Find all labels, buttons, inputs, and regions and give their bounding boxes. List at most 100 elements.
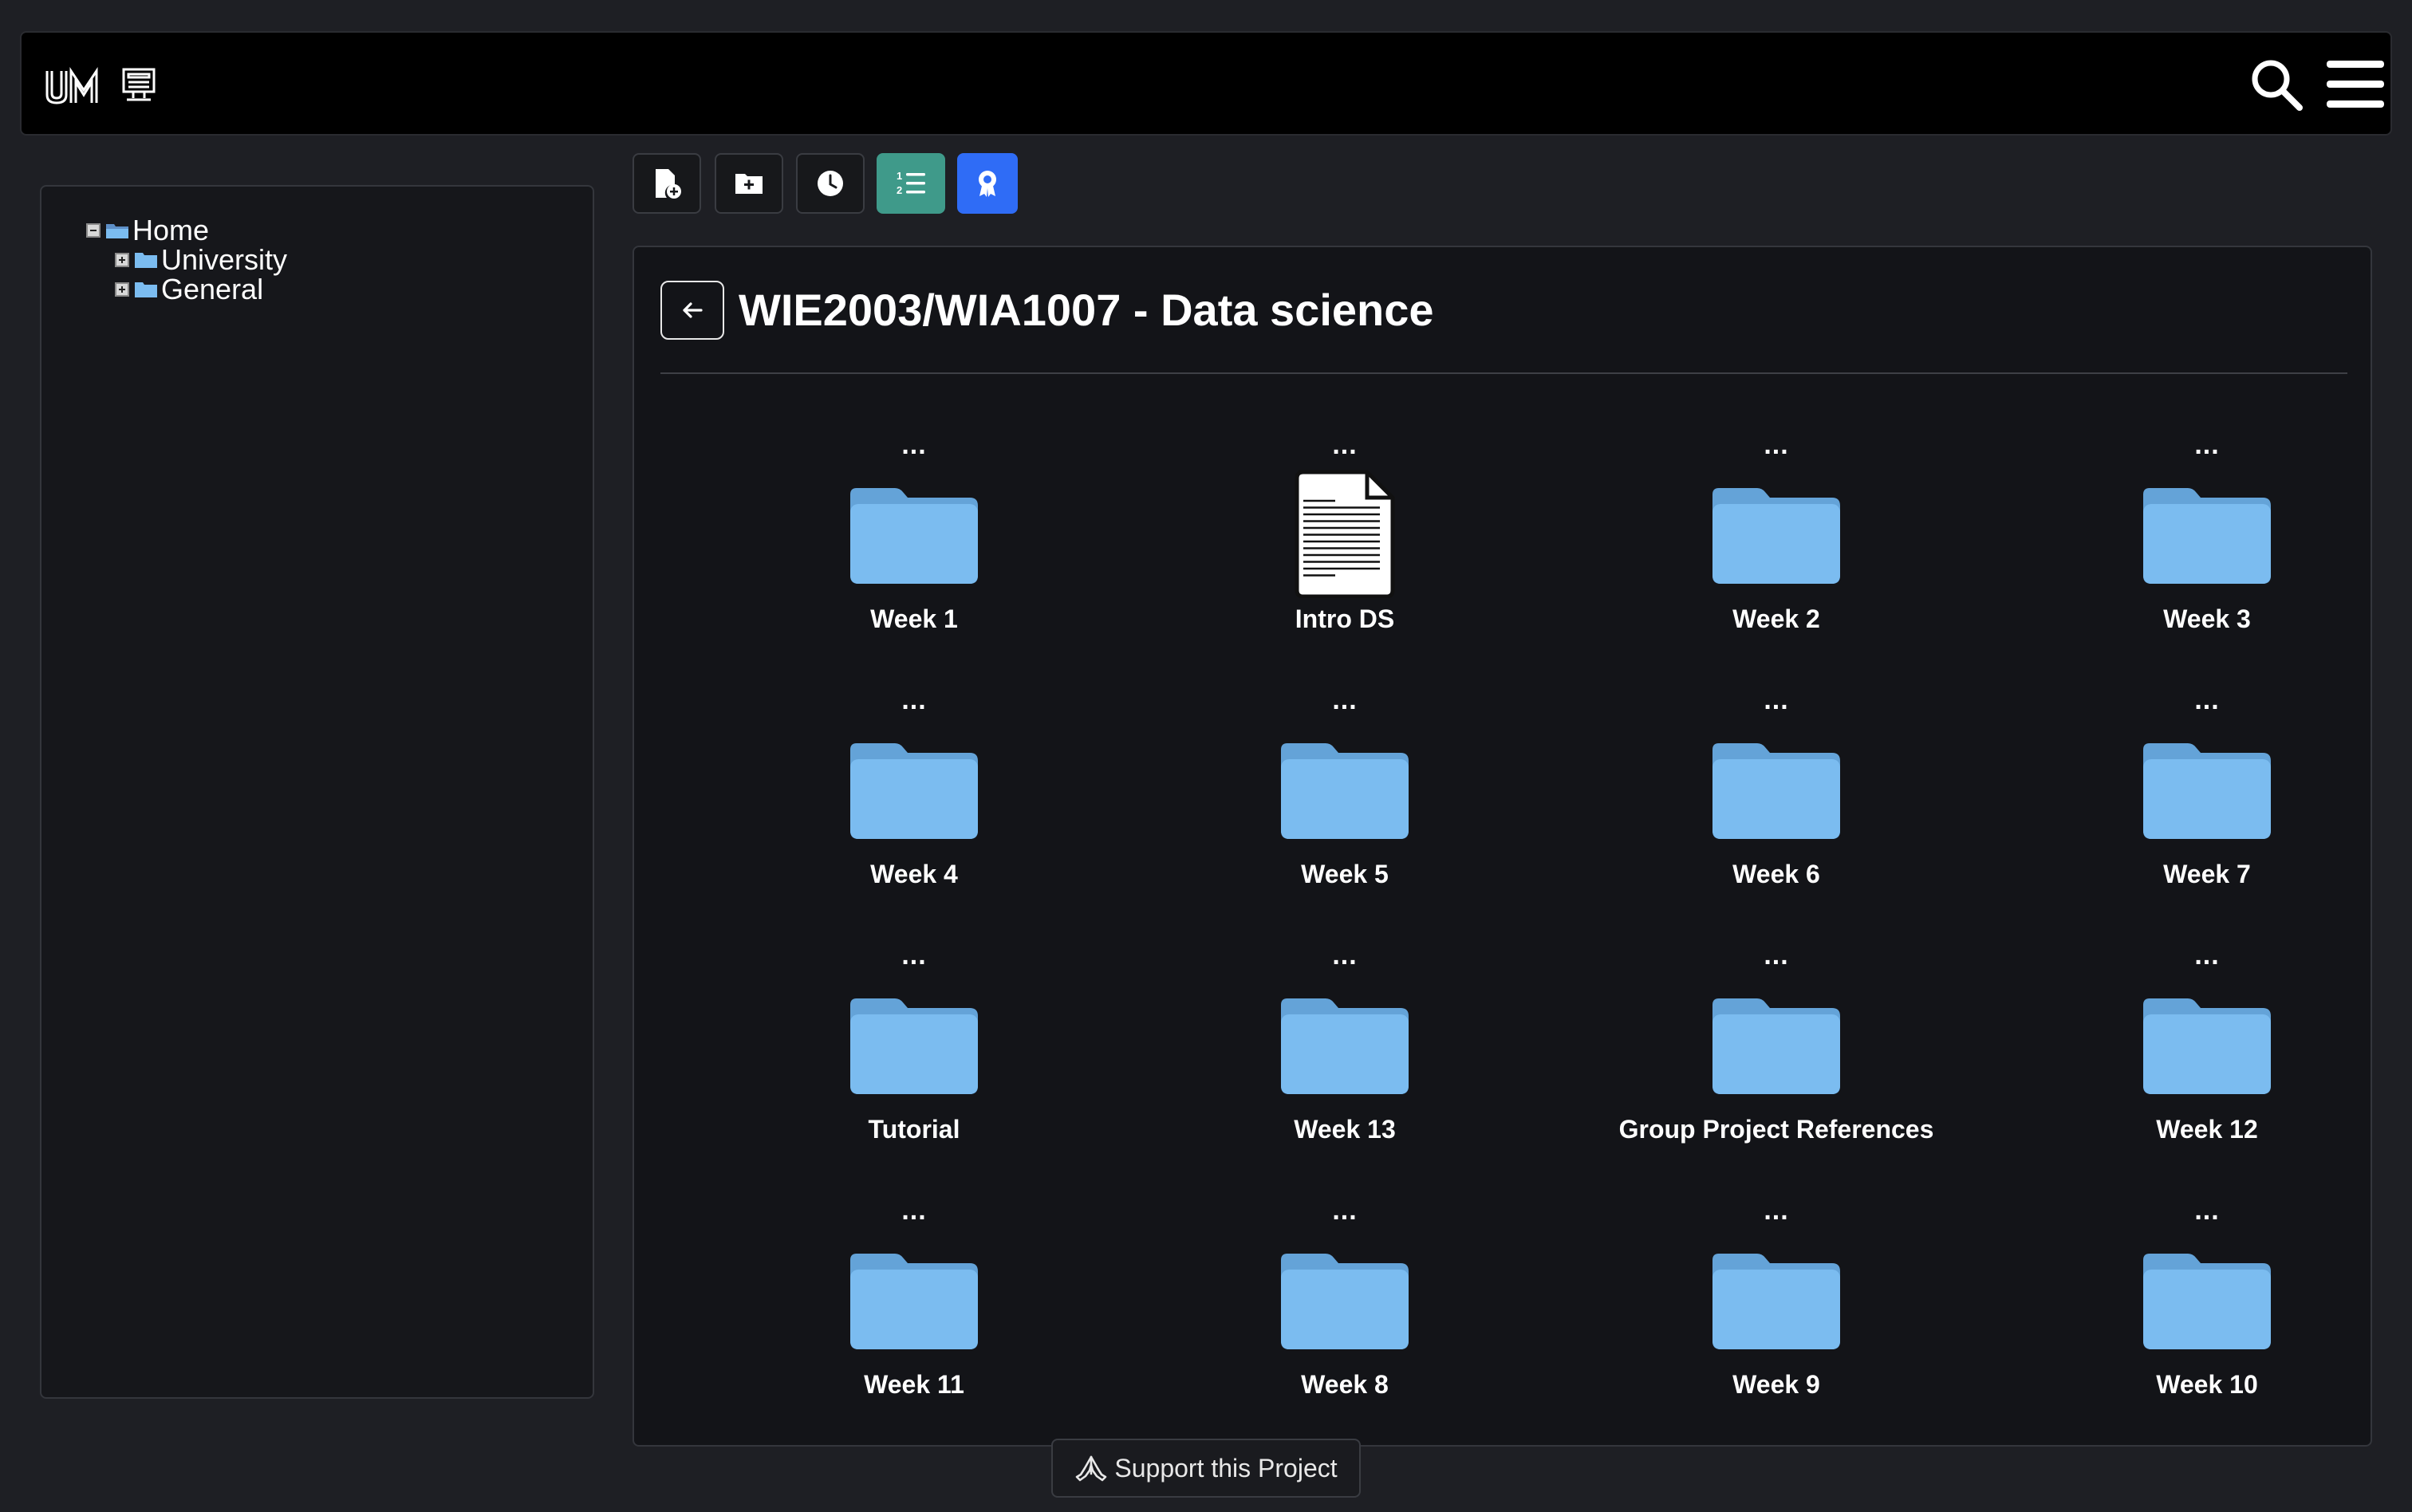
- folder-item[interactable]: ... Week 5: [1129, 687, 1560, 931]
- item-label[interactable]: Week 8: [1129, 1370, 1560, 1400]
- hamburger-menu-icon[interactable]: [2325, 58, 2386, 111]
- more-options-button[interactable]: ...: [1561, 431, 1992, 461]
- new-folder-button[interactable]: [715, 153, 783, 214]
- item-label[interactable]: Week 7: [1992, 860, 2412, 889]
- folder-item[interactable]: ... Week 9: [1561, 1197, 1992, 1442]
- more-options-button[interactable]: ...: [1129, 942, 1560, 971]
- title-divider: [660, 372, 2347, 374]
- folder-item[interactable]: ... Group Project References: [1561, 942, 1992, 1187]
- svg-text:2: 2: [897, 184, 902, 196]
- more-options-button[interactable]: ...: [699, 687, 1129, 716]
- more-options-button[interactable]: ...: [699, 431, 1129, 461]
- collapse-toggle-icon[interactable]: [86, 222, 100, 238]
- folder-item[interactable]: ... Week 12: [1992, 942, 2412, 1187]
- numbered-list-icon: 1 2: [897, 170, 925, 196]
- praying-hands-icon: [1076, 1455, 1107, 1482]
- item-label[interactable]: Week 10: [1992, 1370, 2412, 1400]
- folder-icon: [1279, 978, 1410, 1108]
- file-add-icon: [656, 169, 681, 199]
- folder-icon: [1279, 723, 1410, 853]
- more-options-button[interactable]: ...: [699, 942, 1129, 971]
- tree-item-label[interactable]: Home: [132, 215, 209, 245]
- folder-content-panel: WIE2003/WIA1007 - Data science ... Week 1…: [633, 246, 2372, 1447]
- folder-add-icon: [735, 174, 763, 194]
- more-options-button[interactable]: ...: [1129, 687, 1560, 716]
- item-label[interactable]: Tutorial: [699, 1115, 1129, 1144]
- more-options-button[interactable]: ...: [1992, 687, 2412, 716]
- more-options-button[interactable]: ...: [1561, 687, 1992, 716]
- folder-icon: [2142, 467, 2272, 598]
- recent-button[interactable]: [796, 153, 865, 214]
- folder-tree: Home University General: [86, 215, 287, 304]
- folder-item[interactable]: ... Week 8: [1129, 1197, 1560, 1442]
- item-label[interactable]: Intro DS: [1129, 604, 1560, 634]
- folder-item[interactable]: ... Week 2: [1561, 431, 1992, 676]
- tree-item-label[interactable]: University: [161, 245, 287, 274]
- folder-item[interactable]: ... Week 7: [1992, 687, 2412, 931]
- folder-item[interactable]: ... Week 13: [1129, 942, 1560, 1187]
- arrow-left-icon: [683, 302, 703, 318]
- folder-icon: [849, 978, 979, 1108]
- award-icon: [979, 171, 996, 197]
- folder-icon: [1711, 978, 1842, 1108]
- item-label[interactable]: Week 5: [1129, 860, 1560, 889]
- um-logo[interactable]: UM: [44, 65, 162, 108]
- tree-item-label[interactable]: General: [161, 274, 263, 304]
- item-label[interactable]: Group Project References: [1561, 1115, 1992, 1144]
- svg-text:1: 1: [897, 170, 902, 182]
- open-folder-icon: [106, 223, 128, 238]
- clock-icon: [818, 171, 843, 196]
- more-options-button[interactable]: ...: [1129, 1197, 1560, 1227]
- tree-item-home[interactable]: Home: [86, 215, 287, 245]
- new-file-button[interactable]: [633, 153, 701, 214]
- page-title: WIE2003/WIA1007 - Data science: [739, 285, 1434, 335]
- folder-item[interactable]: ... Week 6: [1561, 687, 1992, 931]
- document-icon: [1279, 467, 1410, 598]
- back-button[interactable]: [660, 281, 724, 340]
- search-icon[interactable]: [2248, 57, 2304, 112]
- folder-icon: [1279, 1233, 1410, 1364]
- item-label[interactable]: Week 2: [1561, 604, 1992, 634]
- more-options-button[interactable]: ...: [1992, 1197, 2412, 1227]
- top-navbar: UM: [20, 31, 2392, 136]
- more-options-button[interactable]: ...: [1992, 431, 2412, 461]
- folder-item[interactable]: ... Week 4: [699, 687, 1129, 931]
- item-label[interactable]: Week 4: [699, 860, 1129, 889]
- more-options-button[interactable]: ...: [699, 1197, 1129, 1227]
- list-view-button[interactable]: 1 2: [877, 153, 945, 214]
- expand-toggle-icon[interactable]: [115, 282, 129, 297]
- folder-icon: [849, 1233, 979, 1364]
- folder-icon: [2142, 978, 2272, 1108]
- folder-tree-panel: Home University General: [40, 185, 594, 1399]
- more-options-button[interactable]: ...: [1561, 1197, 1992, 1227]
- folder-icon: [1711, 723, 1842, 853]
- folder-icon: [849, 467, 979, 598]
- tree-item-university[interactable]: University: [115, 245, 287, 274]
- support-label: Support this Project: [1114, 1453, 1338, 1482]
- expand-toggle-icon[interactable]: [115, 252, 129, 267]
- more-options-button[interactable]: ...: [1992, 942, 2412, 971]
- more-options-button[interactable]: ...: [1129, 431, 1560, 461]
- item-label[interactable]: Week 11: [699, 1370, 1129, 1400]
- folder-icon: [1711, 1233, 1842, 1364]
- support-project-button[interactable]: Support this Project: [1051, 1439, 1361, 1498]
- item-label[interactable]: Week 1: [699, 604, 1129, 634]
- folder-icon: [135, 252, 157, 268]
- item-label[interactable]: Week 9: [1561, 1370, 1992, 1400]
- item-label[interactable]: Week 12: [1992, 1115, 2412, 1144]
- item-label[interactable]: Week 13: [1129, 1115, 1560, 1144]
- tree-item-general[interactable]: General: [115, 274, 287, 304]
- item-label[interactable]: Week 6: [1561, 860, 1992, 889]
- folder-icon: [849, 723, 979, 853]
- folder-item[interactable]: ... Tutorial: [699, 942, 1129, 1187]
- item-label[interactable]: Week 3: [1992, 604, 2412, 634]
- file-item[interactable]: ... Intro DS: [1129, 431, 1560, 676]
- folder-item[interactable]: ... Week 3: [1992, 431, 2412, 676]
- folder-item[interactable]: ... Week 1: [699, 431, 1129, 676]
- folder-item[interactable]: ... Week 11: [699, 1197, 1129, 1442]
- folder-icon: [1711, 467, 1842, 598]
- more-options-button[interactable]: ...: [1561, 942, 1992, 971]
- award-button[interactable]: [957, 153, 1018, 214]
- folder-item[interactable]: ... Week 10: [1992, 1197, 2412, 1442]
- folder-icon: [135, 282, 157, 297]
